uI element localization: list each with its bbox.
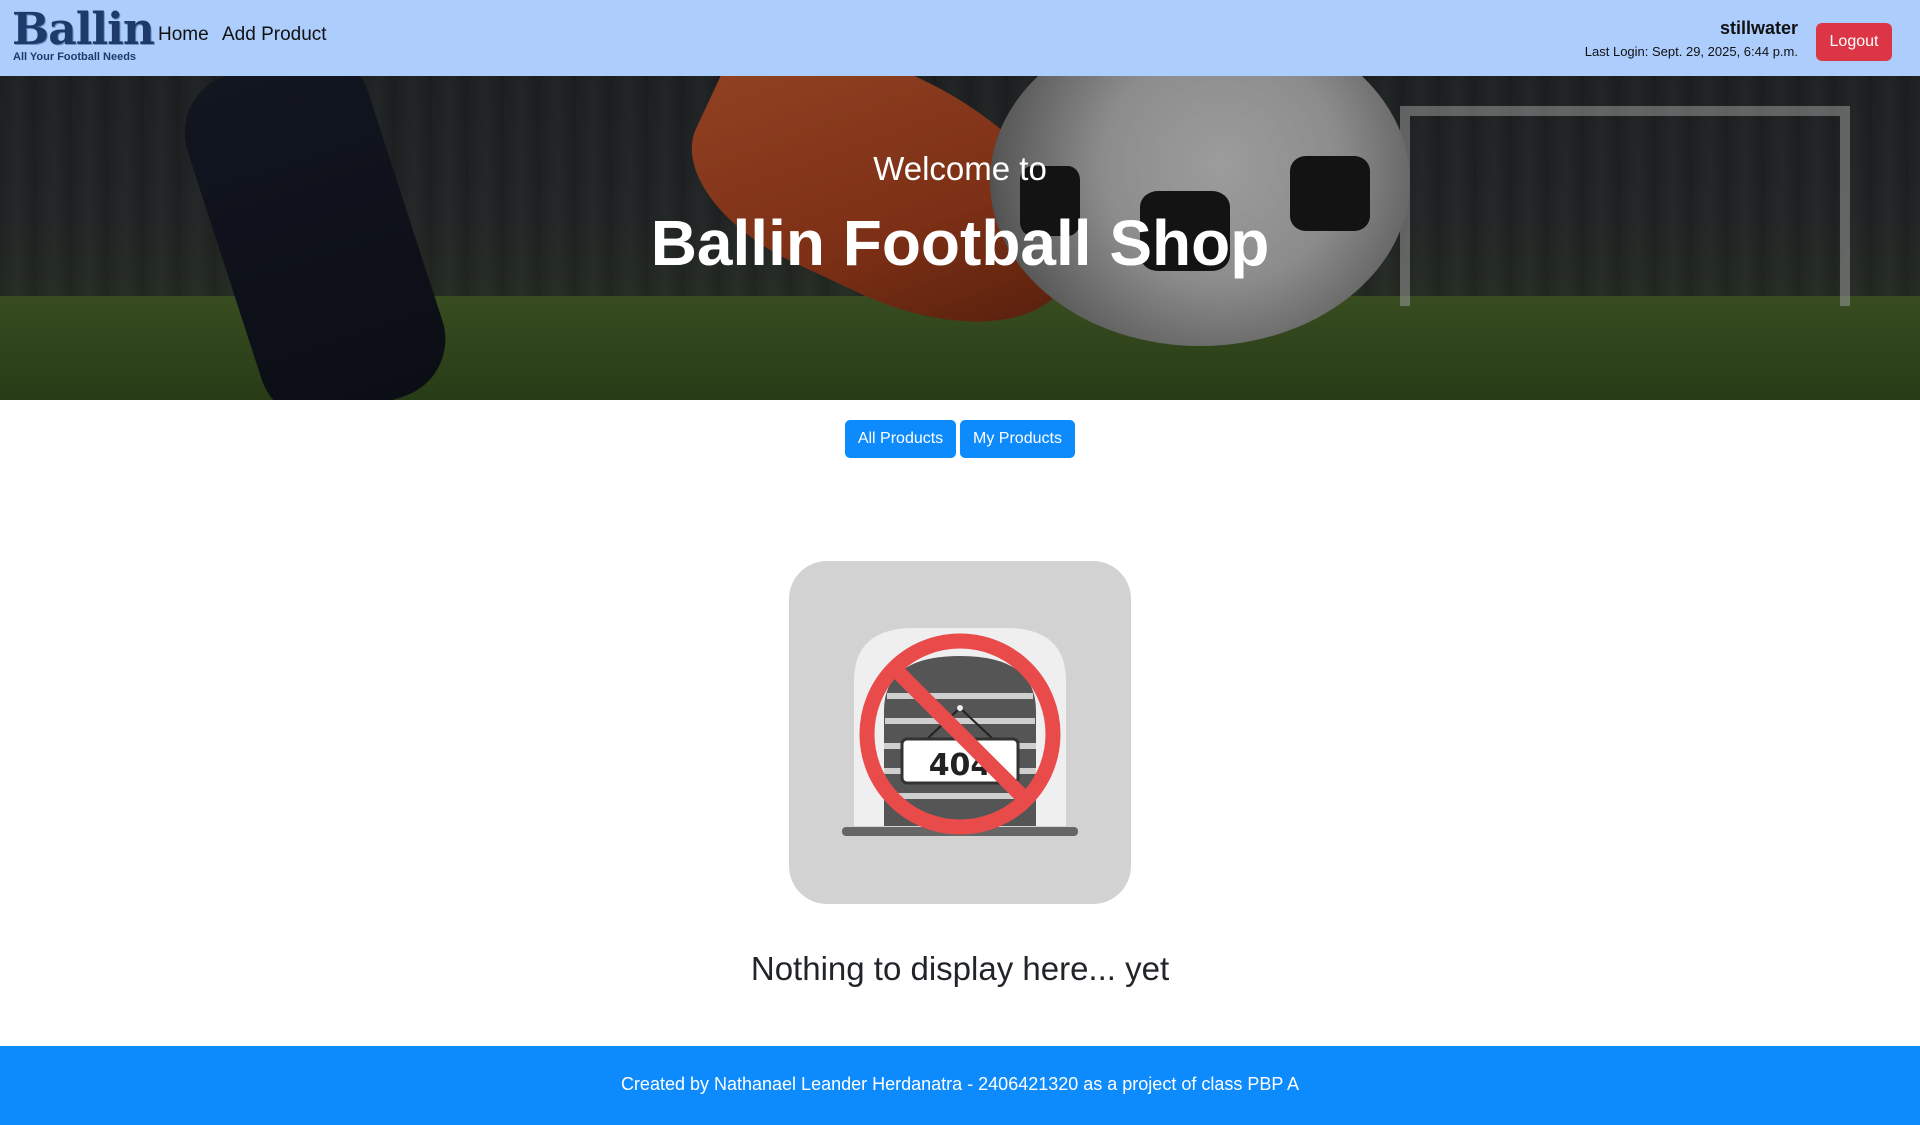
hero-subtitle: Welcome to [873, 150, 1047, 187]
store-closed-404-icon: 404 [842, 628, 1078, 836]
hero-title: Ballin Football Shop [650, 207, 1270, 279]
empty-state-message: Nothing to display here... yet [750, 950, 1170, 987]
nav-link-home[interactable]: Home [158, 24, 209, 46]
username: stillwater [1719, 18, 1798, 38]
footer: Created by Nathanael Leander Herdanatra … [0, 1046, 1920, 1125]
all-products-button[interactable]: All Products [845, 420, 956, 458]
hero-banner: Welcome to Ballin Football Shop [0, 76, 1920, 400]
nav-link-add-product[interactable]: Add Product [222, 24, 327, 46]
logo-tagline: All Your Football Needs [13, 51, 137, 63]
logout-button[interactable]: Logout [1816, 23, 1892, 61]
navbar: Ballin All Your Football Needs Home Add … [0, 0, 1920, 76]
last-login-text: Last Login: Sept. 29, 2025, 6:44 p.m. [1584, 44, 1798, 59]
footer-credit-text: Created by Nathanael Leander Herdanatra … [620, 1074, 1300, 1094]
empty-state-image: 404 [789, 561, 1131, 904]
user-info: stillwater Last Login: Sept. 29, 2025, 6… [1585, 17, 1798, 59]
logo-text: Ballin [12, 4, 155, 55]
brand-logo[interactable]: Ballin All Your Football Needs [12, 4, 155, 66]
my-products-button[interactable]: My Products [960, 420, 1075, 458]
